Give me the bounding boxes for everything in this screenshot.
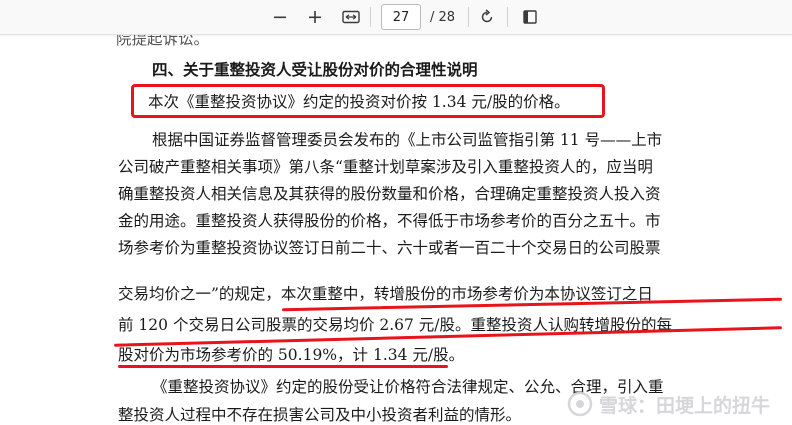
toolbar-separator [507, 7, 508, 27]
paragraph-line: 金的用途。重整投资人获得股份的价格，不得低于市场参考价的百分之五十。市 [118, 212, 661, 230]
rotate-button[interactable] [473, 4, 501, 30]
zoom-out-button[interactable] [266, 4, 294, 30]
paragraph-line: 公司破产重整相关事项》第八条“重整计划草案涉及引入重整投资人的，应当明 [118, 158, 653, 176]
fit-width-icon [342, 10, 360, 24]
watermark-text: 雪球：田埂上的扭牛 [598, 394, 770, 417]
minus-icon [274, 16, 286, 19]
paragraph-line: 确重整投资人相关信息及其获得的股份数量和价格，合理确定重整投资人投入资 [118, 185, 661, 203]
plus-icon [309, 11, 321, 23]
document-page: 院提起诉讼。 四、关于重整投资人受让股份对价的合理性说明 本次《重整投资协议》约… [104, 30, 792, 424]
page-number-input[interactable] [381, 4, 421, 30]
section-heading: 四、关于重整投资人受让股份对价的合理性说明 [152, 61, 478, 79]
paragraph-line: 整投资人过程中不存在损害公司及中小投资者利益的情形。 [118, 406, 522, 424]
page-view-icon [523, 10, 537, 24]
rotate-icon [481, 9, 493, 23]
snowball-logo-icon [567, 391, 593, 417]
pdf-toolbar: / 28 [0, 0, 792, 35]
page-view-button[interactable] [516, 4, 544, 30]
highlight-text: 本次《重整投资协议》约定的投资对价按 1.34 元/股的价格。 [148, 93, 570, 111]
paragraph-line: 交易均价之一”的规定，本次重整中，转增股份的市场参考价为本协议签订之日 [118, 285, 653, 303]
paragraph-line: 场参考价为重整投资协议签订日前二十、六十或者一百二十个交易日的公司股票 [118, 239, 661, 257]
toolbar-separator [468, 7, 469, 27]
watermark: 雪球：田埂上的扭牛 [567, 389, 770, 419]
page-total: / 28 [430, 10, 456, 25]
fit-width-button[interactable] [337, 4, 365, 30]
paragraph-line: 根据中国证券监督管理委员会发布的《上市公司监管指引第 11 号——上市 [152, 131, 663, 149]
toolbar-separator [370, 7, 371, 27]
red-underline [118, 365, 448, 368]
zoom-in-button[interactable] [301, 4, 329, 30]
paragraph-line: 股对价为市场参考价的 50.19%，计 1.34 元/股。 [118, 346, 465, 364]
